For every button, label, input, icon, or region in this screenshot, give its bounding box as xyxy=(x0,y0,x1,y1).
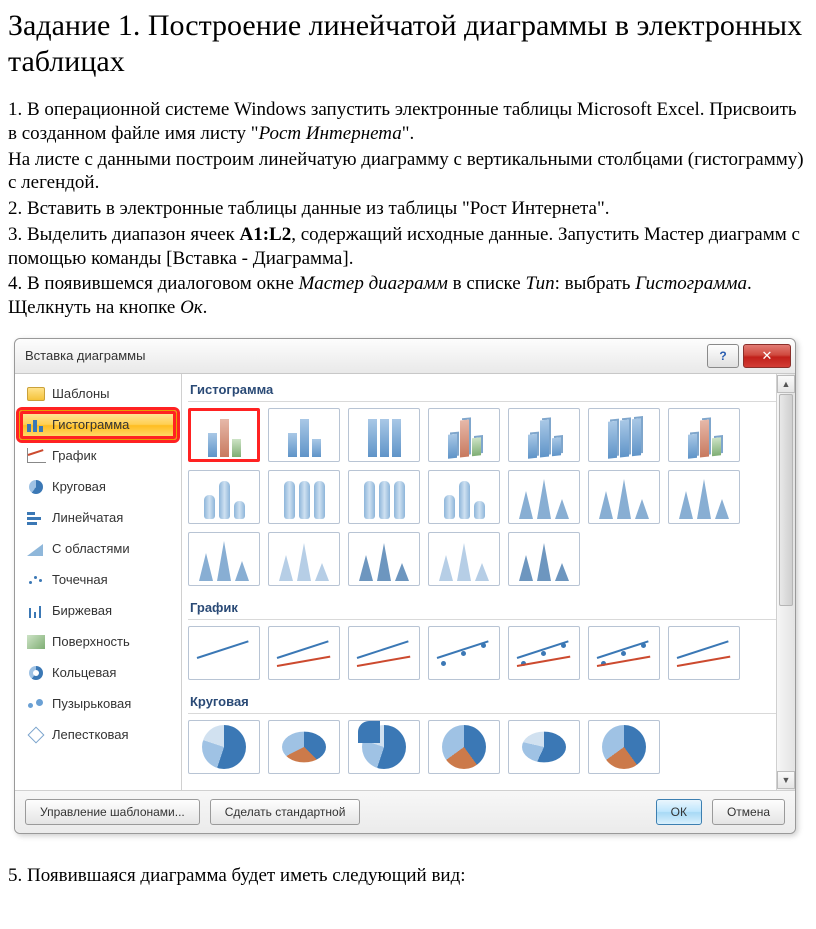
page-title: Задание 1. Построение линейчатой диаграм… xyxy=(8,8,808,80)
instruction-5: 5. Появившаяся диаграмма будет иметь сле… xyxy=(8,864,808,888)
sidebar-item-area[interactable]: С областями xyxy=(19,534,177,564)
sidebar-item-label: Круговая xyxy=(52,479,106,494)
chart-thumb-3d-cone[interactable] xyxy=(188,532,260,586)
gallery-group-line: График xyxy=(188,594,791,620)
scroll-up-icon[interactable]: ▲ xyxy=(777,375,795,393)
sidebar-item-label: График xyxy=(52,448,96,463)
chart-thumb-exploded-3d-pie[interactable] xyxy=(508,720,580,774)
surface-chart-icon xyxy=(26,633,46,651)
sidebar-item-label: С областями xyxy=(52,541,130,556)
chart-thumb-cylinder-100-stacked[interactable] xyxy=(348,470,420,524)
sidebar-item-label: Кольцевая xyxy=(52,665,116,680)
sidebar-item-label: Точечная xyxy=(52,572,108,587)
chart-thumb-3d-line[interactable] xyxy=(668,626,740,680)
chart-thumb-stacked-line-markers[interactable] xyxy=(508,626,580,680)
sidebar-item-label: Лепестковая xyxy=(52,727,129,742)
sidebar-item-doughnut[interactable]: Кольцевая xyxy=(19,658,177,688)
chart-thumb-exploded-pie[interactable] xyxy=(428,720,500,774)
insert-chart-dialog: Вставка диаграммы ? ✕ Шаблоны Гистограмм… xyxy=(14,338,796,834)
chart-thumb-pie[interactable] xyxy=(188,720,260,774)
sidebar-item-label: Биржевая xyxy=(52,603,112,618)
chart-thumb-3d-column[interactable] xyxy=(668,408,740,462)
chart-thumb-pyramid-clustered[interactable] xyxy=(268,532,340,586)
chart-thumb-100-stacked-line-markers[interactable] xyxy=(588,626,660,680)
sidebar-item-label: Шаблоны xyxy=(52,386,110,401)
chart-thumb-cone-clustered[interactable] xyxy=(508,470,580,524)
instruction-1: 1. В операционной системе Windows запуст… xyxy=(8,98,808,146)
area-chart-icon xyxy=(26,540,46,558)
scroll-track[interactable] xyxy=(777,394,795,770)
sidebar-item-surface[interactable]: Поверхность xyxy=(19,627,177,657)
sidebar-item-bubble[interactable]: Пузырьковая xyxy=(19,689,177,719)
chart-thumb-line-markers[interactable] xyxy=(428,626,500,680)
chart-thumb-clustered-column[interactable] xyxy=(188,408,260,462)
chart-thumb-3d-pyramid[interactable] xyxy=(508,532,580,586)
cancel-button[interactable]: Отмена xyxy=(712,799,785,825)
sidebar-item-line[interactable]: График xyxy=(19,441,177,471)
radar-chart-icon xyxy=(26,726,46,744)
gallery-group-histogram: Гистограмма xyxy=(188,376,791,402)
help-button[interactable]: ? xyxy=(707,344,739,368)
instruction-3: 3. Выделить диапазон ячеек A1:L2, содерж… xyxy=(8,223,808,271)
close-button[interactable]: ✕ xyxy=(743,344,791,368)
sidebar-item-pie[interactable]: Круговая xyxy=(19,472,177,502)
chart-thumb-3d-stacked-column[interactable] xyxy=(508,408,580,462)
chart-thumb-cone-stacked[interactable] xyxy=(588,470,660,524)
sidebar-item-label: Гистограмма xyxy=(52,417,129,432)
chart-thumb-3d-pie[interactable] xyxy=(268,720,340,774)
chart-type-sidebar: Шаблоны Гистограмма График Круговая Лине… xyxy=(15,374,182,790)
doughnut-chart-icon xyxy=(26,664,46,682)
sidebar-item-scatter[interactable]: Точечная xyxy=(19,565,177,595)
chart-thumb-cylinder-stacked[interactable] xyxy=(268,470,340,524)
scroll-down-icon[interactable]: ▼ xyxy=(777,771,795,789)
instruction-2: 2. Вставить в электронные таблицы данные… xyxy=(8,197,808,221)
instruction-4: 4. В появившемся диалоговом окне Мастер … xyxy=(8,272,808,320)
sidebar-item-label: Пузырьковая xyxy=(52,696,131,711)
instruction-1b: На листе с данными построим линейчатую д… xyxy=(8,148,808,196)
chart-thumb-pyramid-100-stacked[interactable] xyxy=(428,532,500,586)
chart-thumb-cylinder-clustered[interactable] xyxy=(188,470,260,524)
chart-thumb-pie-of-pie[interactable] xyxy=(348,720,420,774)
scroll-thumb[interactable] xyxy=(779,394,793,606)
pie-chart-icon xyxy=(26,478,46,496)
chart-thumb-line[interactable] xyxy=(188,626,260,680)
gallery-scrollbar[interactable]: ▲ ▼ xyxy=(776,374,795,790)
gallery-group-pie: Круговая xyxy=(188,688,791,714)
chart-thumb-100-stacked-column[interactable] xyxy=(348,408,420,462)
sidebar-item-label: Поверхность xyxy=(52,634,130,649)
sidebar-item-histogram[interactable]: Гистограмма xyxy=(19,410,177,440)
chart-thumb-stacked-column[interactable] xyxy=(268,408,340,462)
chart-gallery: Гистограмма xyxy=(182,374,795,790)
stock-chart-icon xyxy=(26,602,46,620)
bar-chart-icon xyxy=(26,509,46,527)
manage-templates-button[interactable]: Управление шаблонами... xyxy=(25,799,200,825)
sidebar-item-radar[interactable]: Лепестковая xyxy=(19,720,177,750)
sidebar-item-stock[interactable]: Биржевая xyxy=(19,596,177,626)
chart-thumb-3d-100-stacked-column[interactable] xyxy=(588,408,660,462)
chart-thumb-100-stacked-line[interactable] xyxy=(348,626,420,680)
bubble-chart-icon xyxy=(26,695,46,713)
dialog-title: Вставка диаграммы xyxy=(25,348,707,363)
chart-thumb-stacked-line[interactable] xyxy=(268,626,340,680)
ok-button[interactable]: ОК xyxy=(656,799,702,825)
sidebar-item-templates[interactable]: Шаблоны xyxy=(19,379,177,409)
chart-thumb-pyramid-stacked[interactable] xyxy=(348,532,420,586)
folder-icon xyxy=(26,385,46,403)
scatter-chart-icon xyxy=(26,571,46,589)
dialog-footer: Управление шаблонами... Сделать стандарт… xyxy=(15,791,795,833)
column-chart-icon xyxy=(26,416,46,434)
chart-thumb-bar-of-pie[interactable] xyxy=(588,720,660,774)
chart-thumb-cone-100-stacked[interactable] xyxy=(668,470,740,524)
line-chart-icon xyxy=(26,447,46,465)
chart-thumb-3d-cylinder[interactable] xyxy=(428,470,500,524)
sidebar-item-label: Линейчатая xyxy=(52,510,123,525)
sidebar-item-bar[interactable]: Линейчатая xyxy=(19,503,177,533)
set-default-button[interactable]: Сделать стандартной xyxy=(210,799,361,825)
chart-thumb-3d-clustered-column[interactable] xyxy=(428,408,500,462)
dialog-titlebar: Вставка диаграммы ? ✕ xyxy=(15,339,795,374)
